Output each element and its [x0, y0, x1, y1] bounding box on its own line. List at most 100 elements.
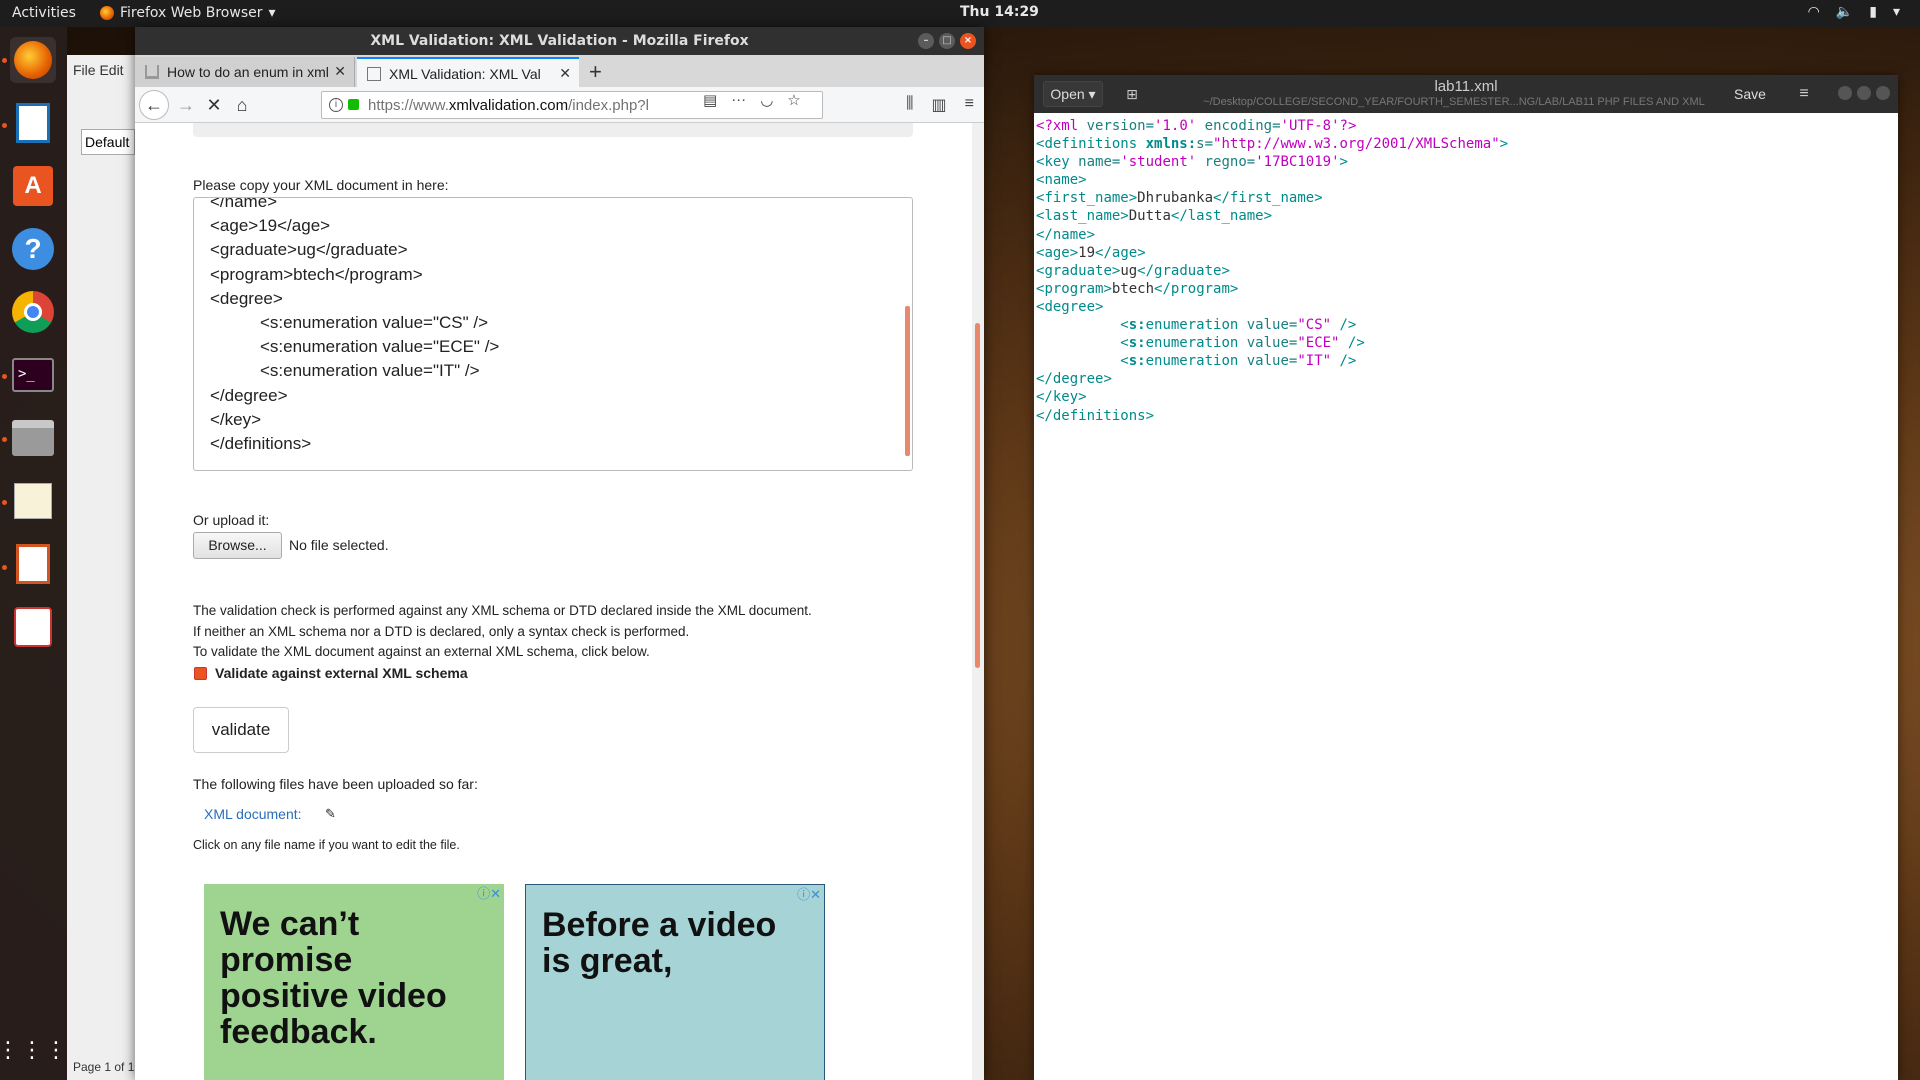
- hamburger-menu-icon[interactable]: ≡: [1790, 81, 1818, 107]
- tab-label: How to do an enum in xml: [167, 64, 329, 80]
- library-icon[interactable]: ⫼: [906, 95, 913, 115]
- new-tab-button[interactable]: +: [589, 59, 602, 85]
- back-button[interactable]: ←: [139, 90, 169, 120]
- lo-status: Page 1 of 1: [73, 1060, 135, 1074]
- copy-label: Please copy your XML document in here:: [193, 177, 449, 193]
- help-launcher[interactable]: ?: [10, 226, 56, 272]
- clock[interactable]: Thu 14:29: [960, 4, 1039, 20]
- uploaded-label: The following files have been uploaded s…: [193, 776, 478, 792]
- textarea-line: <s:enumeration value="CS" />: [260, 313, 489, 333]
- textarea-line: </definitions>: [210, 434, 312, 454]
- page-content: Please copy your XML document in here: <…: [135, 123, 984, 1080]
- close-button[interactable]: ×: [960, 33, 976, 49]
- forward-button[interactable]: →: [173, 92, 199, 118]
- textarea-line: </name>: [210, 197, 278, 211]
- tab-enum[interactable]: How to do an enum in xml ✕: [135, 57, 355, 87]
- software-center-launcher[interactable]: A: [10, 163, 56, 209]
- page-actions-icon[interactable]: ···: [731, 91, 746, 109]
- top-box: [193, 123, 913, 137]
- adchoices-close-icon[interactable]: ⓘ✕: [477, 887, 501, 901]
- impress-launcher[interactable]: [10, 541, 56, 587]
- url-rest: /index.php?l: [568, 97, 649, 114]
- files-launcher[interactable]: [10, 415, 56, 461]
- textarea-line: <s:enumeration value="IT" />: [260, 361, 480, 381]
- textarea-line: <s:enumeration value="ECE" />: [260, 337, 500, 357]
- textarea-line: <age>19</age>: [210, 216, 331, 236]
- text-editor-icon: [14, 483, 52, 519]
- code-line: <degree>: [1036, 298, 1104, 315]
- no-file-text: No file selected.: [289, 537, 389, 553]
- code-line: <s:enumeration value="IT" />: [1120, 353, 1357, 370]
- info-icon[interactable]: i: [329, 98, 343, 112]
- code-editor[interactable]: <?xml version='1.0' encoding='UTF-8'?> <d…: [1036, 117, 1508, 425]
- tab-close-icon[interactable]: ✕: [334, 63, 346, 80]
- code-line: <definitions xmlns:s="http://www.w3.org/…: [1036, 136, 1509, 153]
- ad-banner-1[interactable]: ⓘ✕ We can’t promise positive video feedb…: [204, 884, 504, 1080]
- close-button[interactable]: [1876, 86, 1890, 100]
- ad-banner-2[interactable]: ⓘ✕ Before a video is great,: [525, 884, 825, 1080]
- page-scrollbar[interactable]: [972, 123, 984, 1080]
- xml-textarea[interactable]: </name> <age>19</age> <graduate>ug</gradua…: [193, 197, 913, 471]
- help-icon: ?: [12, 228, 54, 270]
- home-button[interactable]: ⌂: [229, 92, 255, 118]
- adchoices-close-icon[interactable]: ⓘ✕: [797, 888, 821, 902]
- app-menu[interactable]: Firefox Web Browser ▾: [100, 5, 276, 21]
- menu-icon[interactable]: ≡: [965, 95, 974, 115]
- url-host: xmlvalidation.com: [448, 97, 569, 114]
- terminal-launcher[interactable]: >_: [10, 352, 56, 398]
- validate-button[interactable]: validate: [193, 707, 289, 753]
- textarea-line: <graduate>ug</graduate>: [210, 240, 408, 260]
- minimize-button[interactable]: [1838, 86, 1852, 100]
- maximize-button[interactable]: [1857, 86, 1871, 100]
- libreoffice-window: File Edit Default Page 1 of 1: [67, 55, 137, 1080]
- chrome-launcher[interactable]: [10, 289, 56, 335]
- writer-launcher[interactable]: [10, 100, 56, 146]
- minimize-button[interactable]: –: [918, 33, 934, 49]
- chevron-down-icon: ▾: [1892, 4, 1900, 20]
- save-button[interactable]: Save: [1724, 81, 1776, 107]
- tab-xml-validation[interactable]: XML Validation: XML Val ✕: [357, 57, 579, 87]
- reader-view-icon[interactable]: ▤: [703, 91, 717, 109]
- volume-icon: 🔈: [1835, 4, 1854, 20]
- code-line: <program>btech</program>: [1036, 280, 1239, 297]
- ad-text: Before a video is great,: [542, 906, 777, 980]
- code-line: </name>: [1036, 226, 1096, 243]
- page-icon: [367, 67, 381, 81]
- activities-button[interactable]: Activities: [12, 5, 76, 21]
- code-line: <age>19</age>: [1036, 244, 1146, 261]
- caret-down-icon: ▾: [268, 5, 276, 21]
- sidebar-icon[interactable]: ▥: [932, 95, 947, 115]
- tab-close-icon[interactable]: ✕: [559, 65, 571, 82]
- bookmark-star-icon[interactable]: ☆: [787, 91, 800, 109]
- scrollbar-thumb[interactable]: [975, 323, 980, 668]
- firefox-launcher[interactable]: [10, 37, 56, 83]
- top-panel: Activities Firefox Web Browser ▾ Thu 14:…: [0, 0, 1920, 27]
- maximize-button[interactable]: □: [939, 33, 955, 49]
- ad-text: We can’t promise positive video feedback…: [220, 905, 447, 1051]
- battery-icon: ▮: [1869, 4, 1877, 20]
- text-editor-launcher[interactable]: [10, 478, 56, 524]
- firefox-icon: [100, 6, 114, 20]
- code-line: <key name='student' regno='17BC1019'>: [1036, 154, 1348, 171]
- system-tray[interactable]: ◠ 🔈 ▮ ▾: [1808, 4, 1900, 20]
- external-schema-label[interactable]: Validate against external XML schema: [215, 665, 468, 681]
- xml-document-link[interactable]: XML document:: [204, 806, 302, 822]
- lo-style-box[interactable]: Default: [81, 129, 135, 155]
- lo-menubar[interactable]: File Edit: [73, 62, 124, 78]
- show-applications-button[interactable]: ⋮⋮⋮: [0, 1027, 67, 1073]
- document-viewer-launcher[interactable]: [10, 604, 56, 650]
- stop-button[interactable]: ✕: [201, 92, 227, 118]
- pocket-icon[interactable]: ◡: [760, 91, 773, 109]
- edit-note: Click on any file name if you want to ed…: [193, 838, 460, 852]
- textarea-scrollbar[interactable]: [905, 306, 910, 456]
- info-line: To validate the XML document against an …: [193, 644, 650, 659]
- external-schema-checkbox[interactable]: [194, 667, 207, 680]
- validation-info: The validation check is performed agains…: [193, 601, 812, 663]
- gedit-path: ~/Desktop/COLLEGE/SECOND_YEAR/FOURTH_SEM…: [1203, 96, 1705, 108]
- browse-button[interactable]: Browse...: [193, 532, 282, 559]
- document-viewer-icon: [14, 607, 52, 647]
- textarea-line: <program>btech</program>: [210, 264, 423, 284]
- toolbar-right: ⫼ ▥ ≡: [906, 95, 974, 115]
- pencil-icon[interactable]: ✎: [325, 806, 336, 822]
- stackoverflow-icon: [145, 65, 159, 79]
